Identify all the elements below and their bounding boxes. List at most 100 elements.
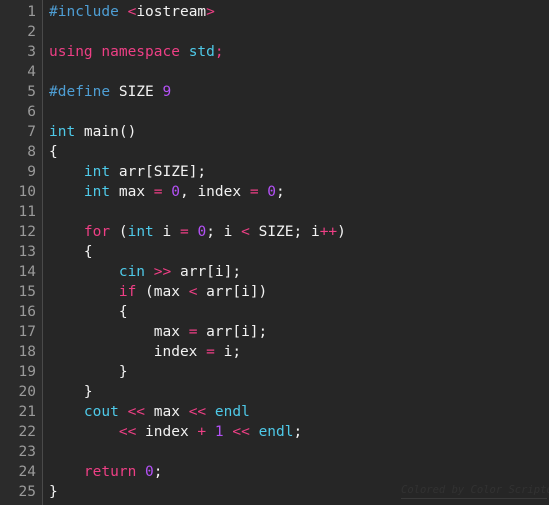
code-line[interactable]: index = i; xyxy=(49,342,549,362)
line-number: 2 xyxy=(27,24,36,40)
code-content-area[interactable]: #include <iostream> using namespace std;… xyxy=(43,0,549,505)
line-number: 21 xyxy=(18,404,36,420)
code-line[interactable]: } xyxy=(49,382,549,402)
line-number: 16 xyxy=(18,304,36,320)
line-number: 11 xyxy=(18,204,36,220)
code-line[interactable]: for (int i = 0; i < SIZE; i++) xyxy=(49,222,549,242)
code-token-op: << xyxy=(118,424,137,440)
code-token-plain: } xyxy=(49,484,58,500)
code-token-op: ; xyxy=(214,44,224,60)
code-line[interactable]: if (max < arr[i]) xyxy=(49,282,549,302)
code-line[interactable]: cout << max << endl xyxy=(49,402,549,422)
code-token-plain: index xyxy=(49,344,207,360)
code-line[interactable]: cin >> arr[i]; xyxy=(49,262,549,282)
code-token-number: 0 xyxy=(145,464,154,480)
code-line[interactable]: int main() xyxy=(49,122,549,142)
code-token-plain: main() xyxy=(75,124,137,140)
code-line[interactable] xyxy=(49,102,549,122)
code-token-type: int xyxy=(83,184,111,200)
code-token-op: = xyxy=(206,344,215,360)
line-number: 20 xyxy=(18,384,36,400)
code-token-plain: ; xyxy=(276,184,285,200)
code-token-number: 0 xyxy=(267,184,277,200)
code-token-plain: { xyxy=(49,244,93,260)
code-token-op: < xyxy=(127,4,137,20)
code-token-keyword: if xyxy=(118,284,137,300)
code-token-type: int xyxy=(49,124,76,140)
line-number: 1 xyxy=(27,4,36,20)
code-token-plain: { xyxy=(49,304,128,320)
code-token-builtin: cout xyxy=(83,404,119,420)
code-line[interactable]: { xyxy=(49,142,549,162)
line-number: 22 xyxy=(18,424,36,440)
code-editor[interactable]: 1 2 3 4 5 6 7 8 9 10 11 12 13 14 15 16 17 18 19 20 21 22 23 24 2… xyxy=(0,0,549,505)
line-number: 12 xyxy=(18,224,36,240)
line-number: 4 xyxy=(27,64,36,80)
code-token-builtin: endl xyxy=(214,404,250,420)
code-token-plain: , index xyxy=(179,184,250,200)
code-line[interactable]: } xyxy=(49,362,549,382)
code-token-pre: #include xyxy=(49,4,119,20)
code-token-plain: } xyxy=(49,364,128,380)
code-token-plain: } xyxy=(49,384,93,400)
code-line[interactable]: return 0; xyxy=(49,462,549,482)
code-line[interactable] xyxy=(49,442,549,462)
code-token-op: < xyxy=(241,224,250,240)
code-line[interactable]: using namespace std; xyxy=(49,42,549,62)
code-token-number: 9 xyxy=(162,84,172,100)
code-token-plain: SIZE; i xyxy=(249,224,320,240)
line-number: 18 xyxy=(18,344,36,360)
code-token-plain: (max xyxy=(136,284,189,300)
code-token-plain: ; i xyxy=(206,224,242,240)
code-token-plain: max xyxy=(110,184,154,200)
code-line[interactable]: max = arr[i]; xyxy=(49,322,549,342)
code-line[interactable]: { xyxy=(49,242,549,262)
code-token-keyword: using namespace xyxy=(49,44,180,60)
code-token-number: 0 xyxy=(171,184,180,200)
code-line[interactable] xyxy=(49,62,549,82)
code-token-type: std xyxy=(188,44,215,60)
code-token-plain: i; xyxy=(214,344,242,360)
code-token-plain: ( xyxy=(110,224,128,240)
line-number: 6 xyxy=(27,104,36,120)
code-line[interactable] xyxy=(49,202,549,222)
code-token-keyword: for xyxy=(83,224,111,240)
code-line[interactable]: << index + 1 << endl; xyxy=(49,422,549,442)
code-token-op: = xyxy=(153,184,163,200)
code-line[interactable]: #include <iostream> xyxy=(49,2,549,22)
code-token-plain: ; xyxy=(153,464,163,480)
code-line[interactable] xyxy=(49,22,549,42)
code-token-pre: #define xyxy=(49,84,111,100)
code-line[interactable]: int max = 0, index = 0; xyxy=(49,182,549,202)
code-line[interactable]: int arr[SIZE]; xyxy=(49,162,549,182)
code-token-plain: arr[SIZE]; xyxy=(110,164,207,180)
code-token-keyword: return xyxy=(83,464,137,480)
code-token-type: int xyxy=(127,224,154,240)
code-token-op: >> xyxy=(153,264,172,280)
code-token-op: + xyxy=(197,424,207,440)
line-number: 23 xyxy=(18,444,36,460)
code-token-op: > xyxy=(206,4,215,20)
line-number: 14 xyxy=(18,264,36,280)
code-line[interactable]: #define SIZE 9 xyxy=(49,82,549,102)
code-token-plain: { xyxy=(49,144,58,160)
line-number: 8 xyxy=(27,144,36,160)
code-token-op: ++ xyxy=(319,224,338,240)
line-number: 5 xyxy=(27,84,36,100)
code-token-plain: arr[i]; xyxy=(197,324,268,340)
code-token-plain: i xyxy=(153,224,180,240)
code-token-plain: arr[i]; xyxy=(171,264,242,280)
code-token-plain: ) xyxy=(337,224,346,240)
code-line[interactable]: { xyxy=(49,302,549,322)
